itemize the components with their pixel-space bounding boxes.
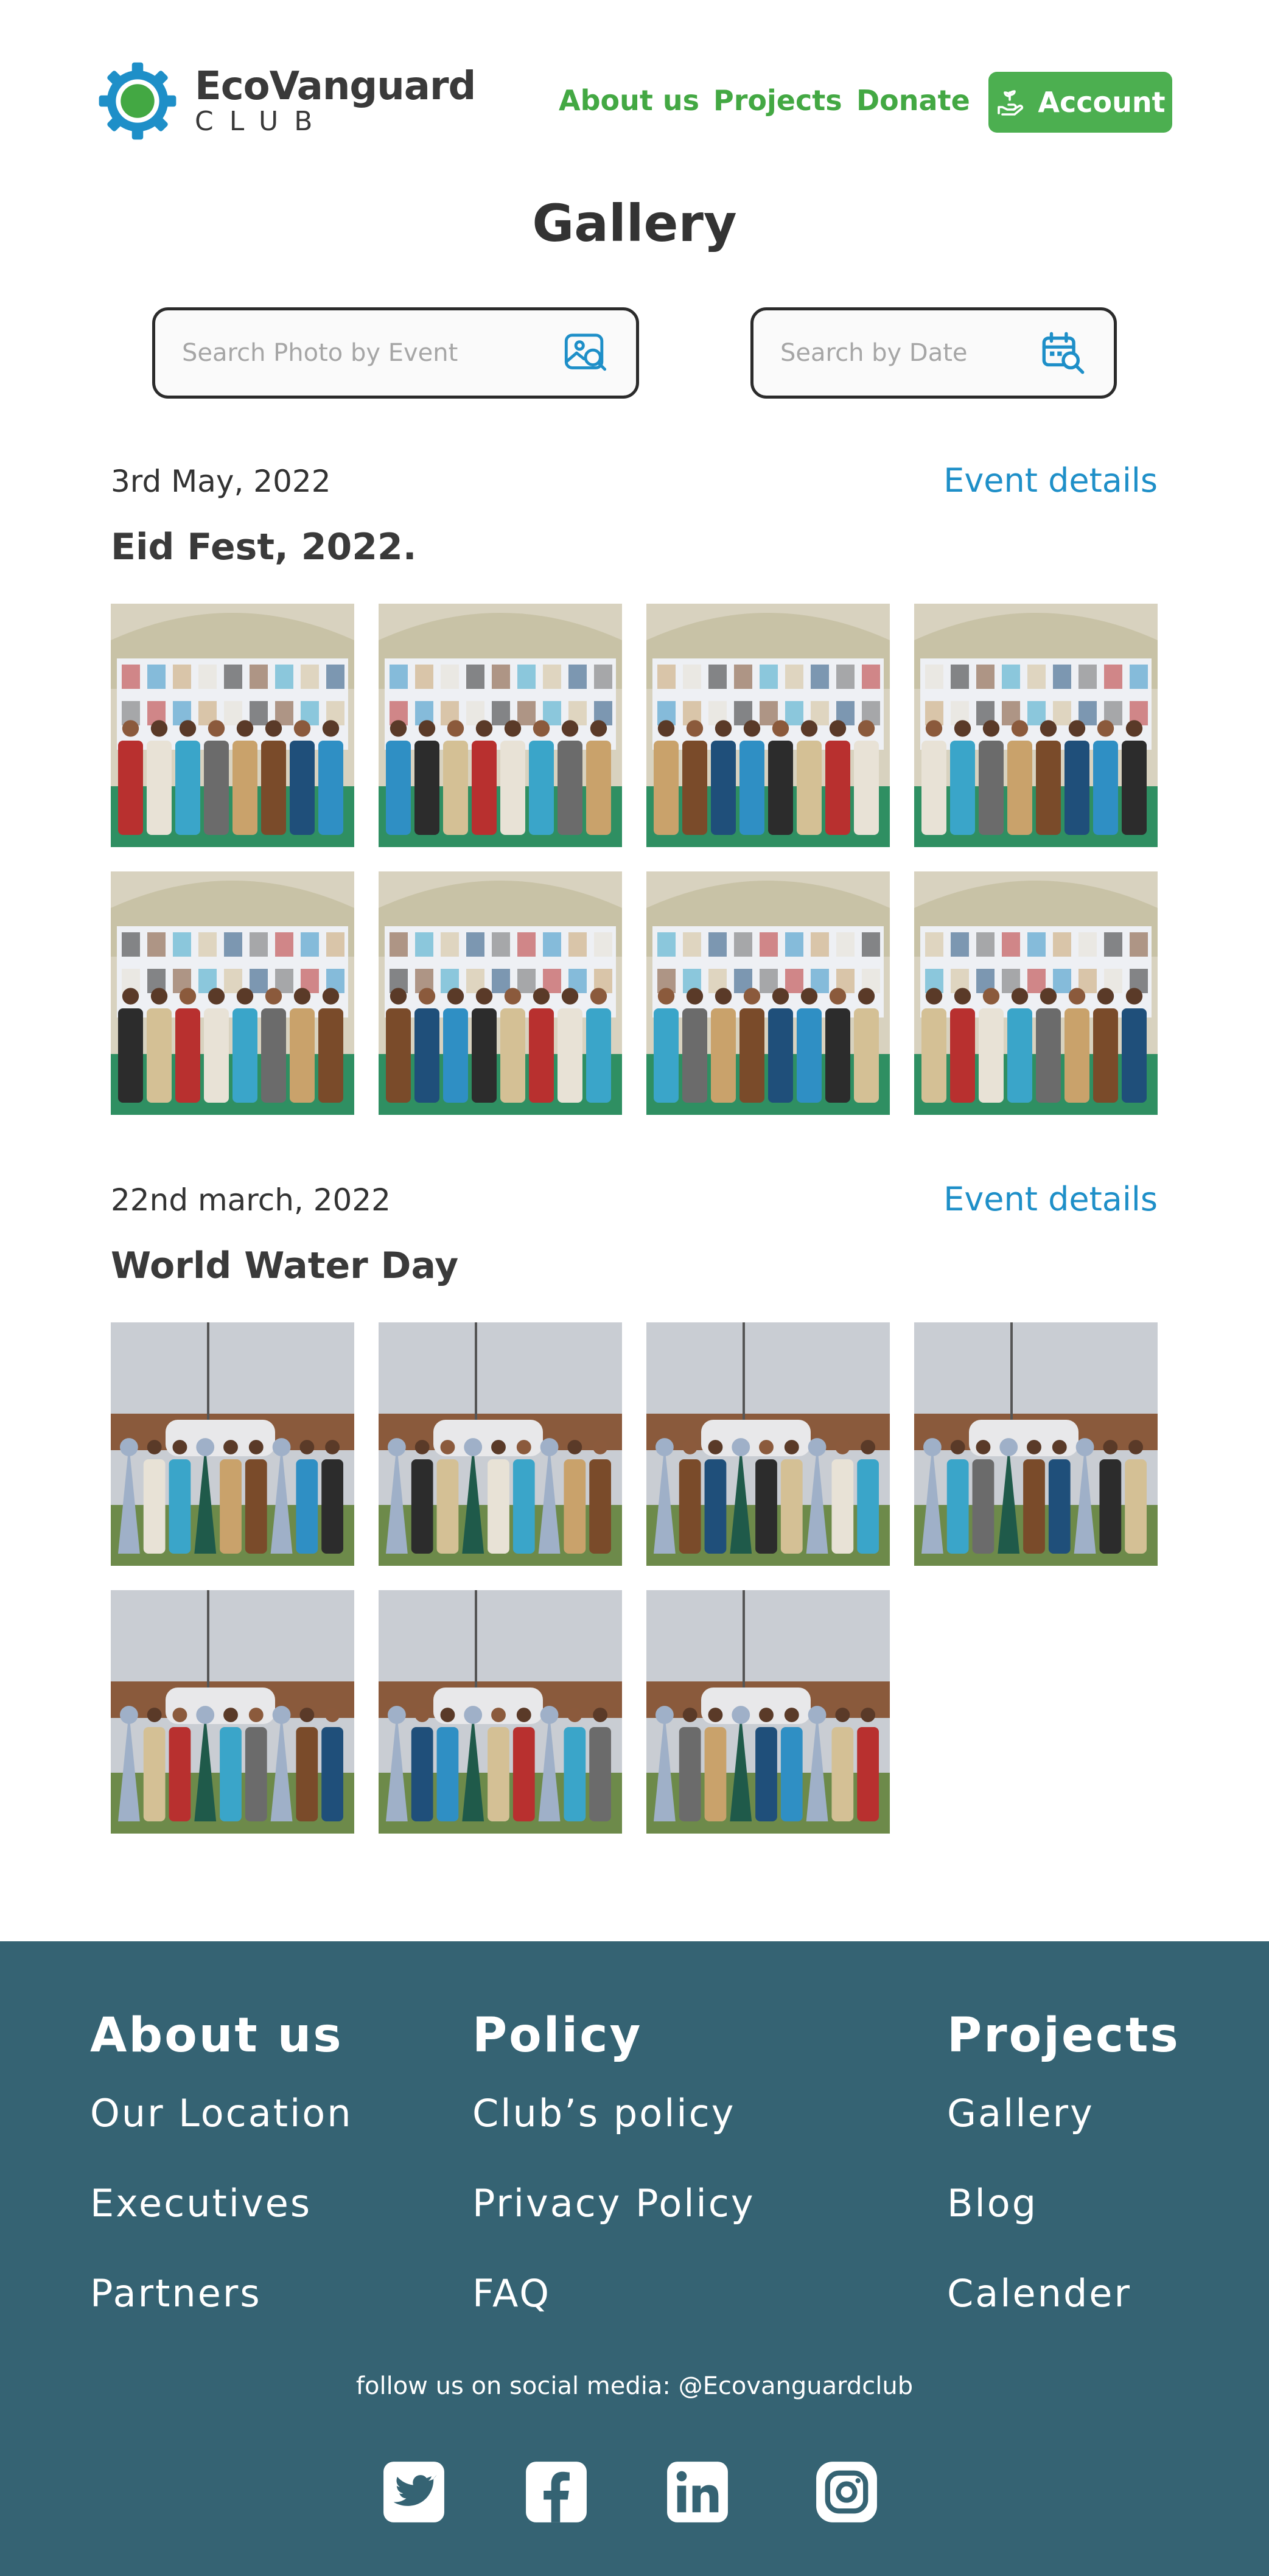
nav-donate[interactable]: Donate — [856, 84, 970, 117]
group-photo-image — [646, 604, 890, 847]
photo-grid — [111, 1322, 1158, 1834]
group-photo-image — [379, 604, 622, 847]
logo[interactable]: EcoVanguard CLUB — [97, 61, 476, 141]
site-footer: About us Our Location Executives Partner… — [0, 1941, 1269, 2576]
page-title: Gallery — [532, 194, 737, 253]
footer-link-executives[interactable]: Executives — [90, 2182, 353, 2272]
event-details-link[interactable]: Event details — [943, 461, 1158, 500]
footer-link-partners[interactable]: Partners — [90, 2272, 353, 2362]
event-section-world-water-day: 22nd march, 2022 Event details World Wat… — [111, 1180, 1158, 1852]
linkedin-icon[interactable] — [666, 2460, 729, 2524]
event-date: 22nd march, 2022 — [111, 1182, 391, 1218]
footer-link-calender[interactable]: Calender — [947, 2272, 1180, 2362]
group-photo-image — [914, 871, 1158, 1115]
search-date-input[interactable] — [780, 339, 1040, 367]
footer-heading-projects: Projects — [947, 2008, 1180, 2063]
group-photo-image — [111, 1590, 354, 1834]
footer-heading-policy: Policy — [472, 2008, 643, 2063]
group-photo-image — [646, 1322, 890, 1566]
twitter-icon[interactable] — [382, 2460, 446, 2524]
footer-heading-about: About us — [90, 2008, 343, 2063]
account-label: Account — [1038, 86, 1166, 119]
group-photo-image — [111, 1322, 354, 1566]
group-photo-image — [914, 604, 1158, 847]
event-photo[interactable] — [379, 1322, 622, 1566]
gear-logo-icon — [99, 62, 177, 140]
event-photo[interactable] — [646, 871, 890, 1115]
footer-link-faq[interactable]: FAQ — [472, 2272, 755, 2362]
site-header: EcoVanguard CLUB About us Projects Donat… — [0, 0, 1269, 176]
event-photo[interactable] — [379, 604, 622, 847]
hand-plant-icon — [998, 90, 1024, 116]
group-photo-image — [379, 1322, 622, 1566]
footer-link-our-location[interactable]: Our Location — [90, 2092, 353, 2182]
image-search-icon[interactable] — [562, 329, 609, 377]
social-media-text: follow us on social media: @Ecovanguardc… — [355, 2372, 914, 2400]
instagram-icon[interactable] — [815, 2460, 878, 2524]
photo-grid — [111, 604, 1158, 1115]
footer-link-clubs-policy[interactable]: Club’s policy — [472, 2092, 755, 2182]
event-section-eid-fest: 3rd May, 2022 Event details Eid Fest, 20… — [111, 461, 1158, 1133]
event-photo[interactable] — [646, 1322, 890, 1566]
facebook-icon[interactable] — [525, 2460, 588, 2524]
footer-policy-column: Policy Club’s policy Privacy Policy FAQ — [472, 2008, 755, 2362]
group-photo-image — [379, 1590, 622, 1834]
event-photo[interactable] — [914, 871, 1158, 1115]
search-event-box[interactable] — [152, 307, 639, 399]
account-button[interactable]: Account — [988, 72, 1172, 133]
nav-projects[interactable]: Projects — [713, 84, 842, 117]
event-photo[interactable] — [379, 1590, 622, 1834]
event-photo[interactable] — [111, 1590, 354, 1834]
event-photo[interactable] — [914, 604, 1158, 847]
footer-link-gallery[interactable]: Gallery — [947, 2092, 1180, 2182]
event-photo[interactable] — [111, 871, 354, 1115]
brand-name: EcoVanguard — [195, 64, 476, 109]
event-photo[interactable] — [914, 1322, 1158, 1566]
brand-sub: CLUB — [195, 106, 329, 137]
event-name: Eid Fest, 2022. — [111, 526, 417, 568]
footer-link-privacy-policy[interactable]: Privacy Policy — [472, 2182, 755, 2272]
group-photo-image — [111, 871, 354, 1115]
footer-projects-column: Projects Gallery Blog Calender — [947, 2008, 1180, 2362]
event-photo[interactable] — [646, 1590, 890, 1834]
search-event-input[interactable] — [182, 339, 562, 367]
event-photo[interactable] — [111, 1322, 354, 1566]
group-photo-image — [379, 871, 622, 1115]
event-details-link[interactable]: Event details — [943, 1180, 1158, 1218]
nav-about-us[interactable]: About us — [559, 84, 699, 117]
group-photo-image — [914, 1322, 1158, 1566]
footer-link-blog[interactable]: Blog — [947, 2182, 1180, 2272]
calendar-search-icon[interactable] — [1040, 329, 1087, 377]
footer-about-column: About us Our Location Executives Partner… — [90, 2008, 353, 2362]
search-date-box[interactable] — [750, 307, 1117, 399]
event-name: World Water Day — [111, 1244, 459, 1287]
group-photo-image — [111, 604, 354, 847]
event-date: 3rd May, 2022 — [111, 464, 331, 499]
event-photo[interactable] — [379, 871, 622, 1115]
event-photo[interactable] — [646, 604, 890, 847]
group-photo-image — [646, 871, 890, 1115]
event-photo[interactable] — [111, 604, 354, 847]
group-photo-image — [646, 1590, 890, 1834]
